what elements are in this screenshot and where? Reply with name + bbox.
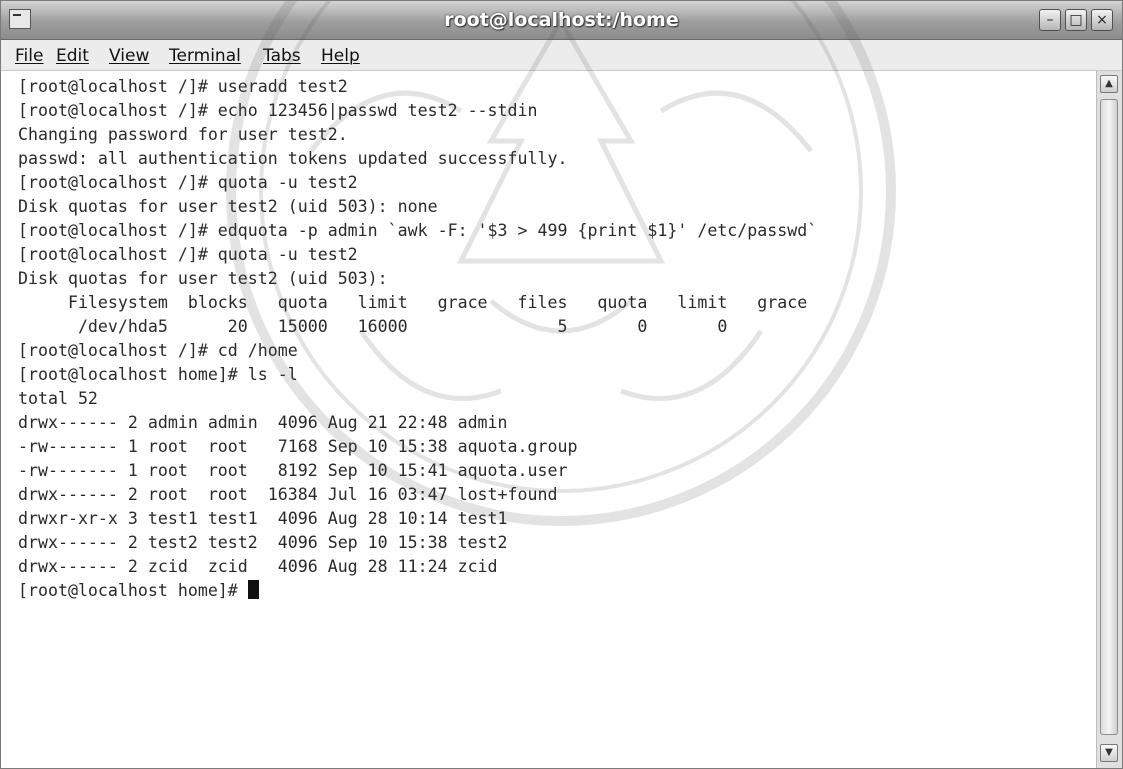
terminal-output[interactable]: [root@localhost /]# useradd test2 [root@…	[1, 71, 1096, 768]
terminal-line: Disk quotas for user test2 (uid 503): no…	[18, 197, 438, 216]
terminal-line: /dev/hda5 20 15000 16000 5 0 0	[18, 317, 728, 336]
terminal-line: [root@localhost /]# quota -u test2	[18, 173, 358, 192]
terminal-line: Disk quotas for user test2 (uid 503):	[18, 269, 388, 288]
terminal-line: drwx------ 2 admin admin 4096 Aug 21 22:…	[18, 413, 508, 432]
scroll-down-arrow-icon[interactable]: ▼	[1100, 744, 1118, 762]
menu-edit[interactable]: Edit	[56, 46, 89, 66]
menu-tabs[interactable]: Tabs	[263, 46, 301, 66]
terminal-line: total 52	[18, 389, 98, 408]
close-button[interactable]: ×	[1091, 9, 1113, 31]
terminal-prompt: [root@localhost home]#	[18, 581, 248, 600]
menu-file[interactable]: File	[15, 46, 43, 66]
menu-bar: File Edit View Terminal Tabs Help	[1, 40, 1122, 71]
text-cursor	[247, 580, 259, 599]
vertical-scrollbar[interactable]: ▲ ▼	[1096, 71, 1122, 768]
terminal-line: drwx------ 2 root root 16384 Jul 16 03:4…	[18, 485, 558, 504]
terminal-line: [root@localhost /]# cd /home	[18, 341, 298, 360]
terminal-line: drwx------ 2 zcid zcid 4096 Aug 28 11:24…	[18, 557, 498, 576]
terminal-line: [root@localhost /]# useradd test2	[18, 77, 348, 96]
window-title: root@localhost:/home	[444, 9, 679, 31]
terminal-line: drwxr-xr-x 3 test1 test1 4096 Aug 28 10:…	[18, 509, 508, 528]
menu-view[interactable]: View	[109, 46, 149, 66]
terminal-prompt-line[interactable]: [root@localhost home]#	[18, 579, 259, 603]
maximize-button[interactable]: □	[1065, 9, 1087, 31]
terminal-line: drwx------ 2 test2 test2 4096 Sep 10 15:…	[18, 533, 508, 552]
terminal-line: -rw------- 1 root root 7168 Sep 10 15:38…	[18, 437, 578, 456]
title-bar[interactable]: root@localhost:/home – □ ×	[1, 1, 1122, 40]
terminal-line: [root@localhost /]# edquota -p admin `aw…	[18, 221, 818, 240]
scroll-up-arrow-icon[interactable]: ▲	[1100, 75, 1118, 93]
terminal-line: [root@localhost /]# quota -u test2	[18, 245, 358, 264]
menu-terminal[interactable]: Terminal	[169, 46, 241, 66]
terminal-line: Filesystem blocks quota limit grace file…	[18, 293, 808, 312]
scrollbar-thumb[interactable]	[1100, 99, 1118, 735]
terminal-window: root@localhost:/home – □ × File Edit Vie…	[0, 0, 1123, 769]
terminal-line: passwd: all authentication tokens update…	[18, 149, 568, 168]
terminal-line: Changing password for user test2.	[18, 125, 348, 144]
minimize-button[interactable]: –	[1039, 9, 1061, 31]
menu-help[interactable]: Help	[321, 46, 360, 66]
terminal-line: -rw------- 1 root root 8192 Sep 10 15:41…	[18, 461, 568, 480]
terminal-line: [root@localhost /]# echo 123456|passwd t…	[18, 101, 538, 120]
terminal-line: [root@localhost home]# ls -l	[18, 365, 298, 384]
